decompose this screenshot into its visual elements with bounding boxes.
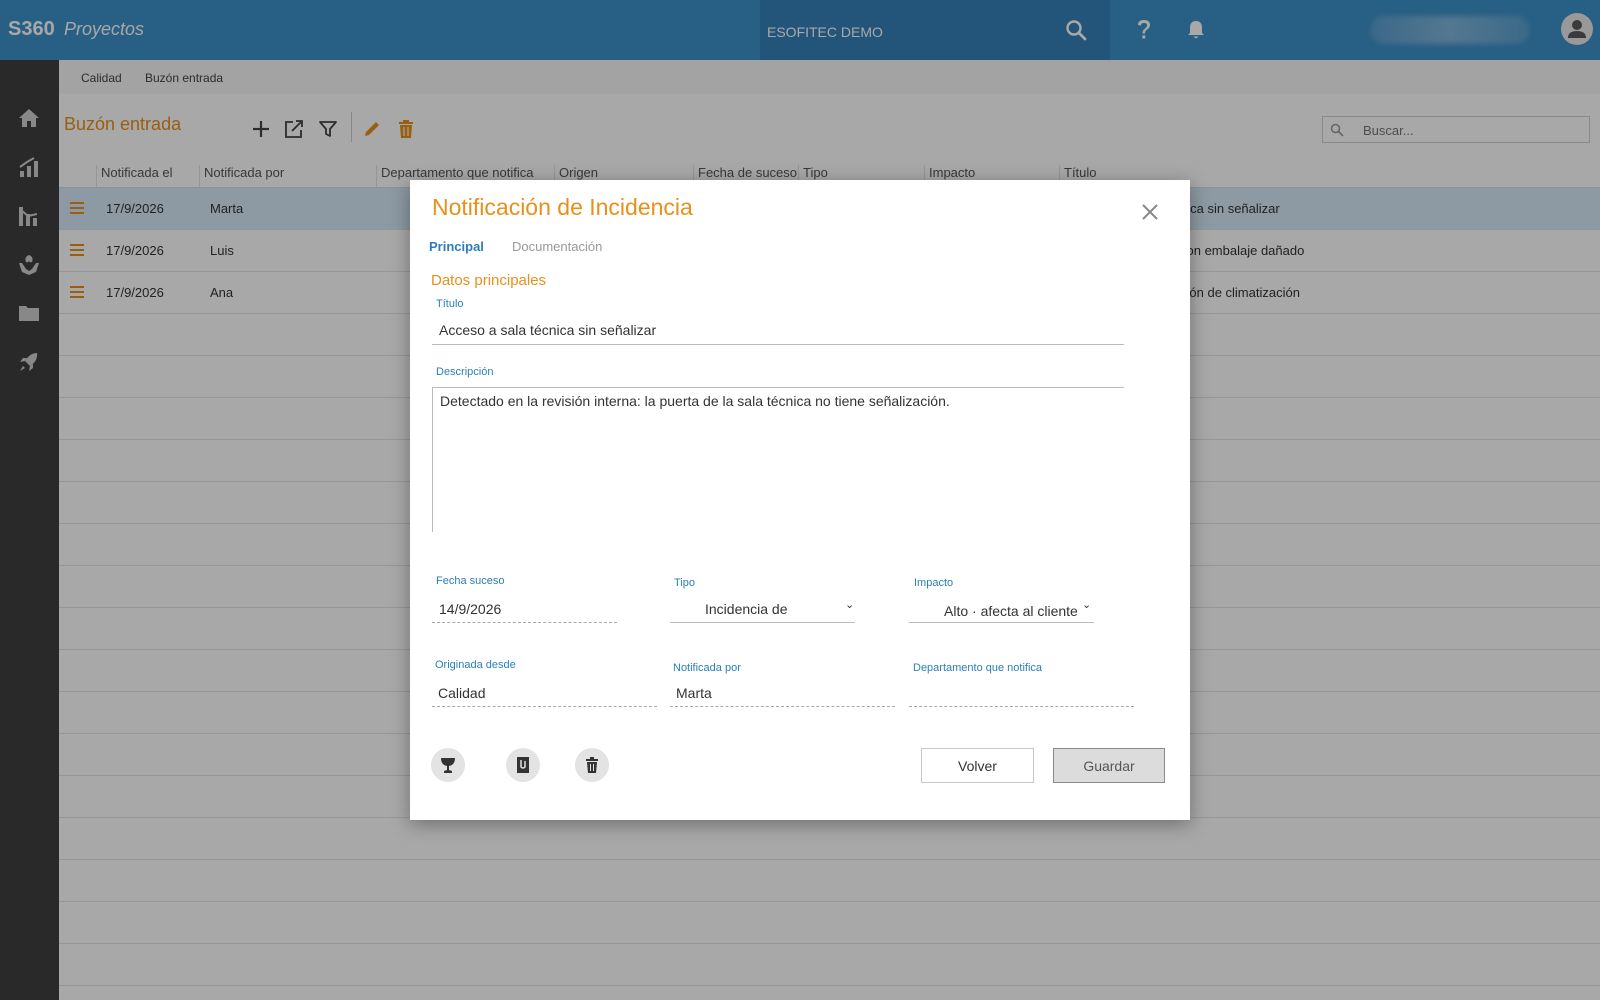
trophy-button[interactable] [431, 748, 465, 782]
trophy-icon [441, 758, 455, 773]
section-title: Datos principales [431, 272, 547, 289]
chevron-down-icon[interactable]: ⌄ [1082, 598, 1091, 611]
impacto-select[interactable]: Alto · afecta al cliente [944, 603, 1078, 619]
incident-dialog: Notificación de Incidencia Principal Doc… [410, 180, 1190, 820]
fecha-input[interactable] [439, 601, 609, 617]
descripcion-box: Detectado en la revisión interna: la pue… [432, 387, 1124, 532]
descripcion-label: Descripción [436, 366, 494, 378]
originada-label: Originada desde [435, 659, 516, 671]
notificada-underline [670, 706, 895, 707]
dialog-title: Notificación de Incidencia [432, 194, 693, 220]
tipo-select[interactable]: Incidencia de [705, 601, 788, 617]
notificada-input[interactable] [676, 685, 886, 701]
chevron-down-icon[interactable]: ⌄ [845, 598, 854, 611]
tipo-label: Tipo [674, 577, 695, 589]
titulo-label: Título [436, 298, 464, 310]
impacto-label: Impacto [914, 577, 954, 589]
fecha-underline [432, 622, 617, 623]
departamento-label: Departamento que notifica [913, 662, 1043, 674]
fecha-label: Fecha suceso [436, 575, 505, 587]
attachment-button[interactable] [506, 748, 540, 782]
tab-documentacion[interactable]: Documentación [512, 239, 602, 254]
originada-input[interactable] [438, 685, 648, 701]
titulo-underline [432, 344, 1124, 345]
tab-principal[interactable]: Principal [429, 239, 484, 254]
delete-button[interactable] [575, 748, 609, 782]
notificada-label: Notificada por [673, 662, 741, 674]
departamento-underline [909, 706, 1134, 707]
volver-button[interactable]: Volver [921, 748, 1034, 783]
descripcion-textarea[interactable]: Detectado en la revisión interna: la pue… [433, 388, 1124, 532]
impacto-underline [909, 622, 1094, 623]
originada-underline [432, 706, 657, 707]
trash-icon [586, 757, 598, 773]
departamento-input[interactable] [916, 685, 1126, 701]
close-icon[interactable] [1140, 202, 1160, 222]
guardar-button[interactable]: Guardar [1053, 748, 1165, 783]
titulo-input[interactable] [439, 322, 1119, 338]
attachment-icon [517, 757, 529, 773]
tipo-underline [670, 622, 855, 623]
